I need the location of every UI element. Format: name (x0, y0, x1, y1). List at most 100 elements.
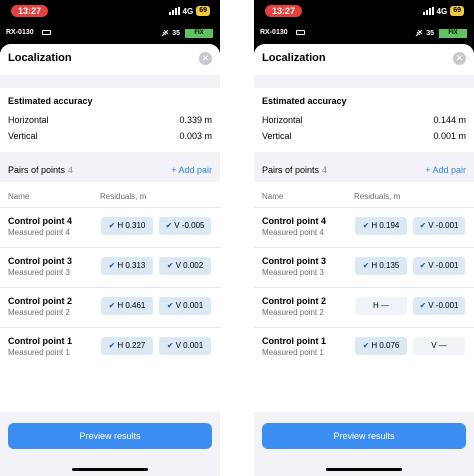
checkmark-icon: ✔ (419, 261, 427, 270)
table-row[interactable]: Control point 4 Measured point 4 ✔ H 0.31… (0, 207, 220, 247)
checkmark-icon: ✔ (165, 221, 173, 230)
table-row[interactable]: Control point 2 Measured point 2 ✔ H 0.46… (0, 287, 220, 327)
status-bar: 13:27 4G 69 (0, 0, 220, 22)
device-bar[interactable]: RX-0130 35 FIX (254, 22, 474, 44)
vertical-residual-toggle[interactable]: ✔ V 0.002 (159, 257, 211, 275)
vertical-residual-toggle[interactable]: ✔ V -0.001 (413, 257, 465, 275)
horizontal-value: 0.339 m (179, 115, 212, 125)
home-indicator (326, 468, 402, 471)
accuracy-heading: Estimated accuracy (262, 96, 347, 106)
measured-point-name: Measured point 1 (8, 348, 70, 357)
satellite-status: 35 (161, 29, 180, 37)
column-header-residuals: Residuals, m (354, 192, 401, 201)
pairs-header: Pairs of points 4 + Add pair (0, 160, 220, 182)
vertical-residual-toggle[interactable]: ✔V — (413, 337, 465, 355)
pairs-table: Name Residuals, m Control point 4 Measur… (0, 182, 220, 412)
checkmark-icon: ✔ (108, 221, 116, 230)
horizontal-residual-toggle[interactable]: ✔ H 0.227 (101, 337, 153, 355)
satellite-status: 35 (415, 29, 434, 37)
preview-results-button[interactable]: Preview results (8, 423, 212, 449)
sheet-header: Localization ✕ (254, 44, 474, 75)
status-time: 13:27 (11, 5, 48, 17)
table-row[interactable]: Control point 3 Measured point 3 ✔ H 0.31… (0, 247, 220, 287)
horizontal-residual-toggle[interactable]: ✔H — (355, 297, 407, 315)
checkmark-icon: ✔ (166, 261, 174, 270)
accuracy-heading: Estimated accuracy (8, 96, 93, 106)
table-row[interactable]: Control point 2 Measured point 2 ✔H — ✔V… (254, 287, 474, 327)
add-pair-button[interactable]: + Add pair (171, 165, 212, 175)
table-row[interactable]: Control point 3 Measured point 3 ✔ H 0.13… (254, 247, 474, 287)
control-point-name: Control point 2 (262, 296, 326, 306)
horizontal-residual-toggle[interactable]: ✔ H 0.313 (101, 257, 153, 275)
phone-screen: 13:27 4G 69 RX-0130 35 FIX Localization … (0, 0, 220, 476)
checkmark-icon: ✔ (419, 301, 427, 310)
system-icons: 4G 69 (422, 5, 464, 17)
checkmark-icon: ✔ (166, 341, 174, 350)
measured-point-name: Measured point 2 (262, 308, 324, 317)
device-bar[interactable]: RX-0130 35 FIX (0, 22, 220, 44)
vertical-accuracy-row: Vertical 0.001 m (262, 131, 466, 141)
checkmark-icon: ✔ (362, 261, 370, 270)
localization-sheet: Localization ✕ Estimated accuracy Horizo… (254, 44, 474, 476)
horizontal-residual-value: H 0.194 (371, 221, 400, 230)
close-icon: ✕ (201, 53, 210, 63)
horizontal-label: Horizontal (8, 115, 49, 125)
pairs-count: 4 (68, 165, 74, 175)
control-point-name: Control point 1 (8, 336, 72, 346)
measured-point-name: Measured point 4 (262, 228, 324, 237)
table-row[interactable]: Control point 1 Measured point 1 ✔ H 0.22… (0, 327, 220, 367)
device-name: RX-0130 (6, 29, 34, 36)
control-point-name: Control point 3 (8, 256, 72, 266)
horizontal-residual-value: H 0.135 (371, 261, 400, 270)
horizontal-residual-value: H 0.461 (117, 301, 146, 310)
vertical-residual-toggle[interactable]: ✔ V -0.001 (413, 217, 465, 235)
checkmark-icon: ✔ (419, 221, 427, 230)
close-button[interactable]: ✕ (199, 52, 212, 65)
pairs-count: 4 (322, 165, 328, 175)
home-indicator (72, 468, 148, 471)
vertical-value: 0.003 m (179, 131, 212, 141)
checkmark-icon: ✔ (108, 261, 116, 270)
horizontal-residual-toggle[interactable]: ✔ H 0.194 (355, 217, 407, 235)
vertical-label: Vertical (262, 131, 292, 141)
control-point-name: Control point 4 (262, 216, 326, 226)
network-type: 4G (436, 6, 448, 16)
add-pair-button[interactable]: + Add pair (425, 165, 466, 175)
vertical-residual-toggle[interactable]: ✔ V 0.001 (159, 297, 211, 315)
horizontal-residual-toggle[interactable]: ✔ H 0.461 (101, 297, 153, 315)
accuracy-card: Estimated accuracy Horizontal 0.144 m Ve… (254, 88, 474, 152)
horizontal-residual-toggle[interactable]: ✔ H 0.310 (101, 217, 153, 235)
satellite-count: 35 (172, 29, 180, 37)
phone-battery: 69 (450, 6, 464, 16)
control-point-name: Control point 3 (262, 256, 326, 266)
vertical-residual-toggle[interactable]: ✔ V 0.001 (159, 337, 211, 355)
horizontal-residual-toggle[interactable]: ✔ H 0.076 (355, 337, 407, 355)
vertical-residual-value: V -0.001 (428, 301, 459, 310)
horizontal-residual-value: H — (373, 301, 389, 310)
control-point-name: Control point 4 (8, 216, 72, 226)
pairs-title: Pairs of points 4 (262, 165, 327, 175)
measured-point-name: Measured point 1 (262, 348, 324, 357)
satellite-count: 35 (426, 29, 434, 37)
column-header-residuals: Residuals, m (100, 192, 147, 201)
checkmark-icon: ✔ (108, 341, 116, 350)
phone-battery: 69 (196, 6, 210, 16)
checkmark-icon: ✔ (166, 301, 174, 310)
vertical-residual-value: V -0.005 (174, 221, 205, 230)
vertical-residual-value: V -0.001 (428, 261, 459, 270)
vertical-residual-toggle[interactable]: ✔ V -0.005 (159, 217, 211, 235)
vertical-residual-toggle[interactable]: ✔ V -0.001 (413, 297, 465, 315)
table-row[interactable]: Control point 1 Measured point 1 ✔ H 0.07… (254, 327, 474, 367)
preview-results-button[interactable]: Preview results (262, 423, 466, 449)
horizontal-residual-toggle[interactable]: ✔ H 0.135 (355, 257, 407, 275)
page-title: Localization (262, 52, 326, 64)
status-bar: 13:27 4G 69 (254, 0, 474, 22)
measured-point-name: Measured point 2 (8, 308, 70, 317)
close-button[interactable]: ✕ (453, 52, 466, 65)
horizontal-residual-value: H 0.310 (117, 221, 146, 230)
horizontal-value: 0.144 m (433, 115, 466, 125)
satellite-icon (161, 29, 169, 37)
checkmark-icon: ✔ (362, 221, 370, 230)
table-row[interactable]: Control point 4 Measured point 4 ✔ H 0.19… (254, 207, 474, 247)
pairs-label: Pairs of points (262, 165, 320, 175)
